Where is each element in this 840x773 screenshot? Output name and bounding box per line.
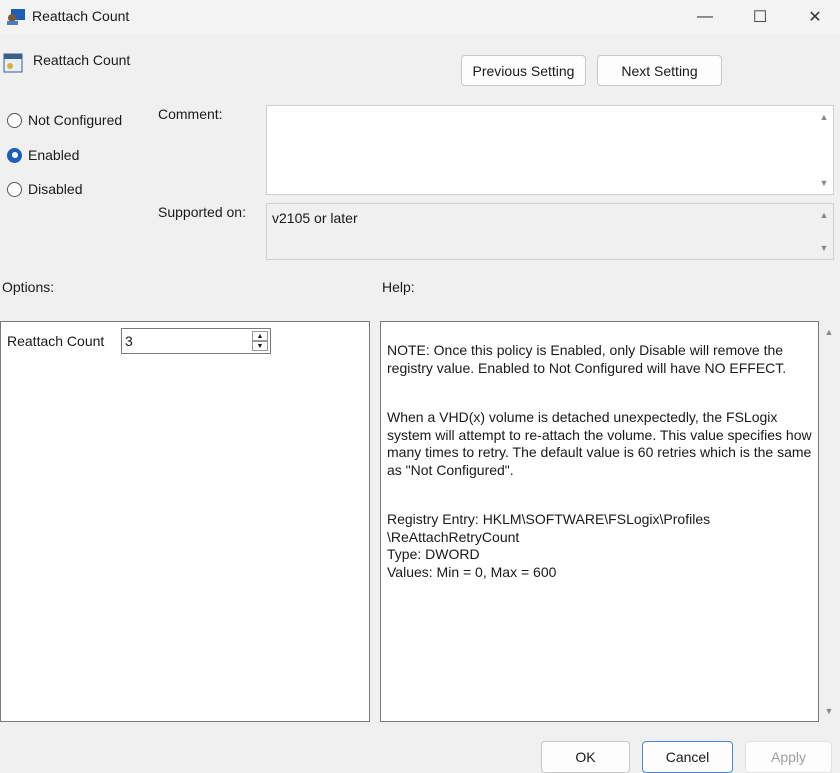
help-scrollbar[interactable]: ▲ ▼ bbox=[820, 321, 838, 722]
options-label: Options: bbox=[2, 279, 55, 295]
apply-button[interactable]: Apply bbox=[745, 741, 832, 773]
supported-on-box: v2105 or later ▲ ▼ bbox=[266, 203, 834, 260]
setting-icon bbox=[3, 53, 23, 73]
reattach-count-spinbox[interactable]: 3 ▲ ▼ bbox=[121, 328, 271, 354]
supported-on-value: v2105 or later bbox=[272, 210, 358, 226]
comment-scrollbar[interactable]: ▲ ▼ bbox=[815, 106, 833, 194]
minimize-button[interactable]: — bbox=[682, 0, 728, 34]
radio-enabled[interactable]: Enabled bbox=[7, 147, 79, 163]
supported-on-label: Supported on: bbox=[158, 204, 246, 220]
help-panel: NOTE: Once this policy is Enabled, only … bbox=[380, 321, 819, 722]
reattach-count-label: Reattach Count bbox=[7, 333, 105, 349]
comment-textarea[interactable]: ▲ ▼ bbox=[266, 105, 834, 195]
options-panel: Reattach Count 3 ▲ ▼ bbox=[0, 321, 370, 722]
setting-title: Reattach Count bbox=[33, 52, 131, 68]
radio-label: Disabled bbox=[28, 181, 83, 197]
help-paragraph: NOTE: Once this policy is Enabled, only … bbox=[387, 342, 787, 376]
supported-scrollbar[interactable]: ▲ ▼ bbox=[815, 204, 833, 259]
spinbox-value: 3 bbox=[125, 333, 133, 349]
spin-down-icon[interactable]: ▼ bbox=[252, 341, 268, 351]
radio-label: Not Configured bbox=[28, 112, 123, 128]
window-title: Reattach Count bbox=[32, 8, 130, 24]
comment-label: Comment: bbox=[158, 106, 223, 122]
ok-button[interactable]: OK bbox=[541, 741, 630, 773]
help-label: Help: bbox=[382, 279, 415, 295]
previous-setting-button[interactable]: Previous Setting bbox=[461, 55, 586, 86]
next-setting-button[interactable]: Next Setting bbox=[597, 55, 722, 86]
radio-disabled[interactable]: Disabled bbox=[7, 181, 82, 197]
policy-app-icon bbox=[7, 9, 25, 25]
maximize-button[interactable]: ☐ bbox=[737, 0, 783, 34]
cancel-button[interactable]: Cancel bbox=[642, 741, 733, 773]
spin-up-icon[interactable]: ▲ bbox=[252, 331, 268, 341]
help-paragraph: Registry Entry: HKLM\SOFTWARE\FSLogix\Pr… bbox=[387, 511, 711, 580]
close-button[interactable]: ✕ bbox=[792, 0, 838, 34]
radio-label: Enabled bbox=[28, 147, 80, 163]
radio-not-configured[interactable]: Not Configured bbox=[7, 112, 122, 128]
help-paragraph: When a VHD(x) volume is detached unexpec… bbox=[387, 409, 812, 478]
title-bar: Reattach Count — ☐ ✕ bbox=[0, 0, 840, 34]
